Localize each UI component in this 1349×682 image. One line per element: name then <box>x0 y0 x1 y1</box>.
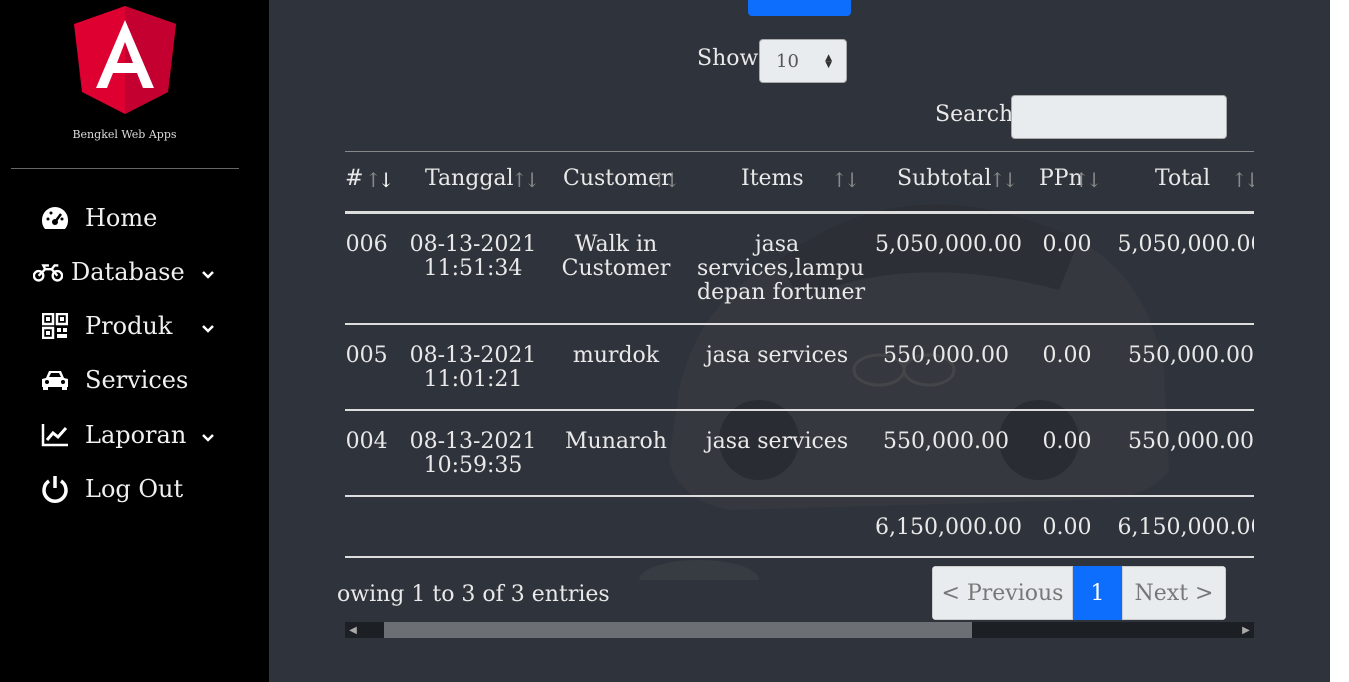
cell-subtotal: 550,000.00 <box>883 343 1009 368</box>
cell-customer: Customer <box>561 256 671 281</box>
cell-items: services,lampu <box>697 256 865 281</box>
sidebar-divider <box>11 168 239 169</box>
page-right-margin <box>1330 0 1349 682</box>
sort-icon[interactable]: ↑↓ <box>651 168 680 192</box>
cell-ppn: 0.00 <box>1042 232 1092 257</box>
table-bottom-border <box>345 556 1254 558</box>
sidebar-item-label: Home <box>85 204 158 232</box>
column-header-items[interactable]: Items <box>741 166 804 191</box>
dashboard-icon <box>40 203 70 233</box>
cell-subtotal: 5,050,000.00 <box>875 232 1022 257</box>
sort-icon[interactable]: ↑↓ <box>831 168 860 192</box>
scrollbar-thumb[interactable] <box>384 622 972 638</box>
search-label: Search <box>935 102 1014 127</box>
cell-ppn: 0.00 <box>1042 429 1092 454</box>
car-icon <box>40 365 70 395</box>
column-header-no[interactable]: # <box>345 166 363 191</box>
main-content: Show 10 ▲ ▼ Search # ↑↓ Tanggal ↑↓ Custom… <box>269 0 1330 682</box>
next-page-button[interactable]: Next > <box>1122 566 1226 620</box>
row-divider <box>345 323 1254 325</box>
previous-page-button[interactable]: < Previous <box>932 566 1073 620</box>
sidebar-item-label: Database <box>71 258 185 286</box>
cell-date: 08-13-2021 <box>409 232 537 257</box>
cell-total: 550,000.00 <box>1128 429 1254 454</box>
cell-customer: Walk in <box>574 232 658 257</box>
cell-no: )004 <box>345 429 388 454</box>
chart-line-icon <box>40 420 70 450</box>
cell-items: depan fortuner <box>697 280 866 305</box>
cell-total: 550,000.00 <box>1128 343 1254 368</box>
table-header-border <box>345 211 1254 214</box>
footer-subtotal: 6,150,000.00 <box>875 515 1022 540</box>
cell-time: 11:01:21 <box>423 367 523 392</box>
cell-time: 11:51:34 <box>423 256 523 281</box>
cell-date: 08-13-2021 <box>409 343 537 368</box>
sidebar-item-laporan[interactable]: Laporan <box>0 415 249 455</box>
angular-logo[interactable] <box>74 6 176 114</box>
sort-icon[interactable]: ↑↓ <box>1231 168 1254 192</box>
sidebar-item-label: Produk <box>85 312 173 340</box>
row-divider <box>345 495 1254 497</box>
pagination: < Previous 1 Next > <box>932 566 1226 620</box>
scroll-right-icon[interactable]: ▶ <box>1238 622 1254 638</box>
cell-items: jasa <box>754 232 800 257</box>
add-button[interactable] <box>748 0 851 16</box>
show-entries-label: Show <box>697 46 759 71</box>
sort-icon[interactable]: ↑↓ <box>511 168 540 192</box>
cell-time: 10:59:35 <box>423 453 523 478</box>
sidebar-item-services[interactable]: Services <box>0 360 249 400</box>
search-input[interactable] <box>1011 95 1227 139</box>
cell-total: 5,050,000.00 <box>1117 232 1254 257</box>
cell-items: jasa services <box>705 429 849 454</box>
page-1-button[interactable]: 1 <box>1073 566 1122 620</box>
cell-subtotal: 550,000.00 <box>883 429 1009 454</box>
sidebar: Bengkel Web Apps Home Database Produk Se… <box>0 0 269 682</box>
cell-ppn: 0.00 <box>1042 343 1092 368</box>
column-header-total[interactable]: Total <box>1155 166 1210 191</box>
row-divider <box>345 409 1254 411</box>
sidebar-item-logout[interactable]: Log Out <box>0 469 249 509</box>
cell-items: jasa services <box>705 343 849 368</box>
show-entries-value: 10 <box>776 50 799 72</box>
sidebar-item-database[interactable]: Database <box>0 252 249 292</box>
sort-icon[interactable]: ↑↓ <box>989 168 1018 192</box>
column-header-tanggal[interactable]: Tanggal <box>425 166 514 191</box>
cell-no: )005 <box>345 343 388 368</box>
horizontal-scrollbar[interactable]: ◀ ▶ <box>345 622 1254 638</box>
sidebar-item-produk[interactable]: Produk <box>0 306 249 346</box>
chevron-down-icon <box>202 271 214 279</box>
cell-no: )006 <box>345 232 388 257</box>
sort-icon[interactable]: ↑↓ <box>365 168 394 192</box>
column-header-customer[interactable]: Customer <box>563 166 672 191</box>
sidebar-item-label: Services <box>85 366 189 394</box>
scroll-left-icon[interactable]: ◀ <box>345 622 361 638</box>
qrcode-icon <box>40 311 70 341</box>
sort-icon[interactable]: ↑↓ <box>1073 168 1102 192</box>
footer-total: 6,150,000.00 <box>1117 515 1254 540</box>
table-top-border <box>345 151 1254 152</box>
cell-customer: Munaroh <box>565 429 667 454</box>
cell-customer: murdok <box>572 343 660 368</box>
transactions-table: # ↑↓ Tanggal ↑↓ Customer ↑↓ Items ↑↓ Sub… <box>345 151 1254 561</box>
table-info: owing 1 to 3 of 3 entries <box>337 582 610 607</box>
sidebar-item-label: Log Out <box>85 475 184 503</box>
select-arrows-icon: ▲ ▼ <box>825 53 832 70</box>
sidebar-item-label: Laporan <box>85 421 187 449</box>
footer-ppn: 0.00 <box>1042 515 1092 540</box>
power-icon <box>40 474 70 504</box>
column-header-subtotal[interactable]: Subtotal <box>897 166 991 191</box>
sidebar-item-home[interactable]: Home <box>0 198 249 238</box>
show-entries-select[interactable]: 10 ▲ ▼ <box>759 39 847 83</box>
cell-date: 08-13-2021 <box>409 429 537 454</box>
brand-name: Bengkel Web Apps <box>72 128 177 141</box>
chevron-down-icon <box>202 434 214 442</box>
motorcycle-icon <box>33 257 63 287</box>
chevron-down-icon <box>202 325 214 333</box>
